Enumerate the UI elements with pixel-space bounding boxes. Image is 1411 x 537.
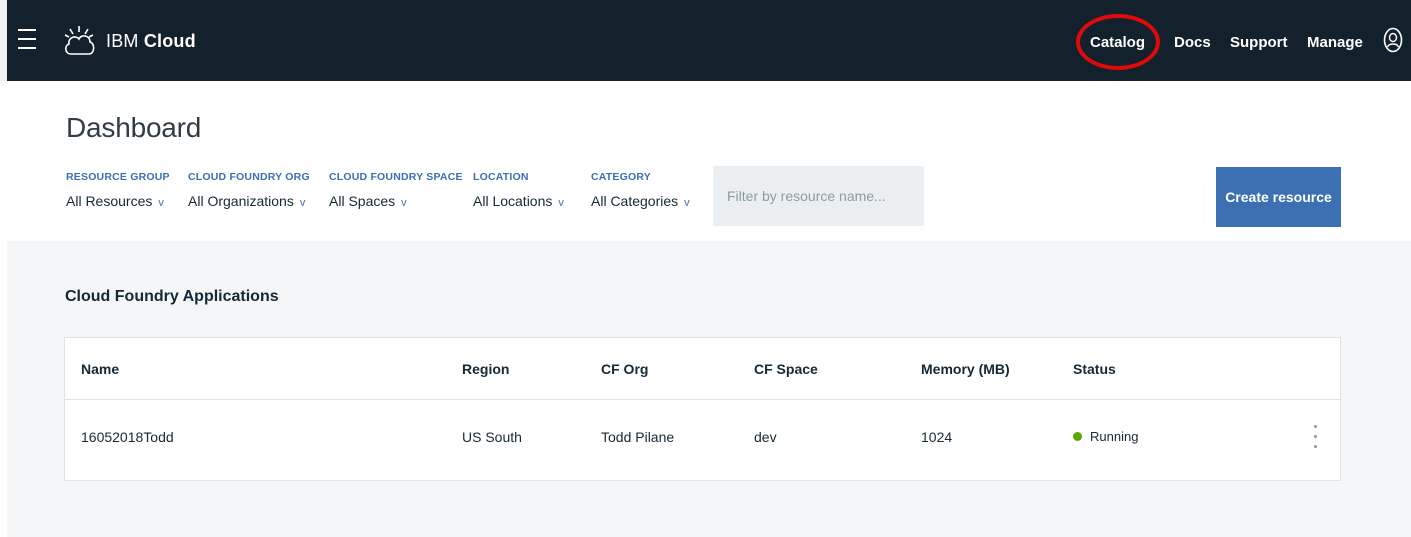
- app-name-link[interactable]: 16052018Todd: [81, 429, 174, 445]
- app-cf-org: Todd Pilane: [601, 429, 675, 445]
- filter-dropdown-value[interactable]: All Categories v: [591, 193, 690, 209]
- ibm-cloud-logo-icon: [64, 26, 95, 55]
- filter-dropdown-value[interactable]: All Organizations v: [188, 193, 310, 209]
- table-header-row: Name Region CF Org CF Space Memory (MB) …: [65, 338, 1340, 400]
- app-cf-space: dev: [754, 429, 777, 445]
- nav-manage-link[interactable]: Manage: [1307, 34, 1363, 51]
- chevron-down-icon: v: [684, 197, 690, 209]
- overflow-menu-icon[interactable]: [1309, 425, 1321, 459]
- brand-logo[interactable]: IBM Cloud: [62, 24, 196, 58]
- filter-dropdown-value[interactable]: All Locations v: [473, 193, 564, 209]
- column-header-region[interactable]: Region: [462, 361, 509, 377]
- filter-dropdown-value[interactable]: All Resources v: [66, 193, 170, 209]
- filter-label: CATEGORY: [591, 171, 651, 183]
- nav-docs-link[interactable]: Docs: [1174, 34, 1211, 51]
- nav-support-link[interactable]: Support: [1230, 34, 1288, 51]
- filter-cloud-foundry-org[interactable]: CLOUD FOUNDRY ORG All Organizations v: [188, 171, 310, 209]
- chevron-down-icon: v: [299, 197, 306, 209]
- create-resource-button[interactable]: Create resource: [1216, 167, 1341, 227]
- chevron-down-icon: v: [401, 197, 407, 209]
- filter-resource-group[interactable]: RESOURCE GROUP All Resources v: [66, 171, 170, 209]
- column-header-status[interactable]: Status: [1073, 361, 1116, 377]
- top-navigation-bar: IBM Cloud Catalog Docs Support Manage: [0, 0, 1411, 81]
- filter-location[interactable]: LOCATION All Locations v: [473, 171, 564, 209]
- column-header-memory[interactable]: Memory (MB): [921, 361, 1010, 377]
- page-title: Dashboard: [66, 112, 202, 143]
- hamburger-menu-icon[interactable]: [18, 29, 36, 51]
- column-header-cf-org[interactable]: CF Org: [601, 361, 648, 377]
- filter-category[interactable]: CATEGORY All Categories v: [591, 171, 690, 209]
- status-dot-icon: [1073, 432, 1082, 441]
- app-memory: 1024: [921, 429, 953, 445]
- applications-table: Name Region CF Org CF Space Memory (MB) …: [64, 337, 1341, 481]
- content-area: Cloud Foundry Applications Name Region C…: [7, 241, 1411, 537]
- user-avatar-icon[interactable]: [1383, 27, 1403, 53]
- chevron-down-icon: v: [158, 197, 164, 209]
- table-row[interactable]: 16052018Todd US South Todd Pilane dev 10…: [65, 400, 1340, 481]
- section-title: Cloud Foundry Applications: [65, 288, 279, 305]
- filter-label: LOCATION: [473, 171, 529, 183]
- resource-name-filter-input[interactable]: [713, 166, 924, 226]
- status-text: Running: [1090, 429, 1139, 444]
- column-header-cf-space[interactable]: CF Space: [754, 361, 818, 377]
- brand-name: IBM Cloud: [106, 31, 196, 52]
- nav-catalog-link[interactable]: Catalog: [1090, 34, 1145, 51]
- column-header-name[interactable]: Name: [81, 361, 119, 377]
- brand-prefix: IBM: [106, 30, 139, 51]
- filter-label: CLOUD FOUNDRY ORG: [188, 171, 310, 183]
- filter-label: CLOUD FOUNDRY SPACE: [329, 171, 463, 183]
- filter-dropdown-value[interactable]: All Spaces v: [329, 193, 463, 209]
- filter-cloud-foundry-space[interactable]: CLOUD FOUNDRY SPACE All Spaces v: [329, 171, 463, 209]
- app-region: US South: [462, 429, 522, 445]
- status-badge: Running: [1073, 429, 1138, 444]
- filter-label: RESOURCE GROUP: [66, 171, 170, 183]
- brand-suffix: Cloud: [143, 30, 196, 51]
- chevron-down-icon: v: [558, 197, 564, 209]
